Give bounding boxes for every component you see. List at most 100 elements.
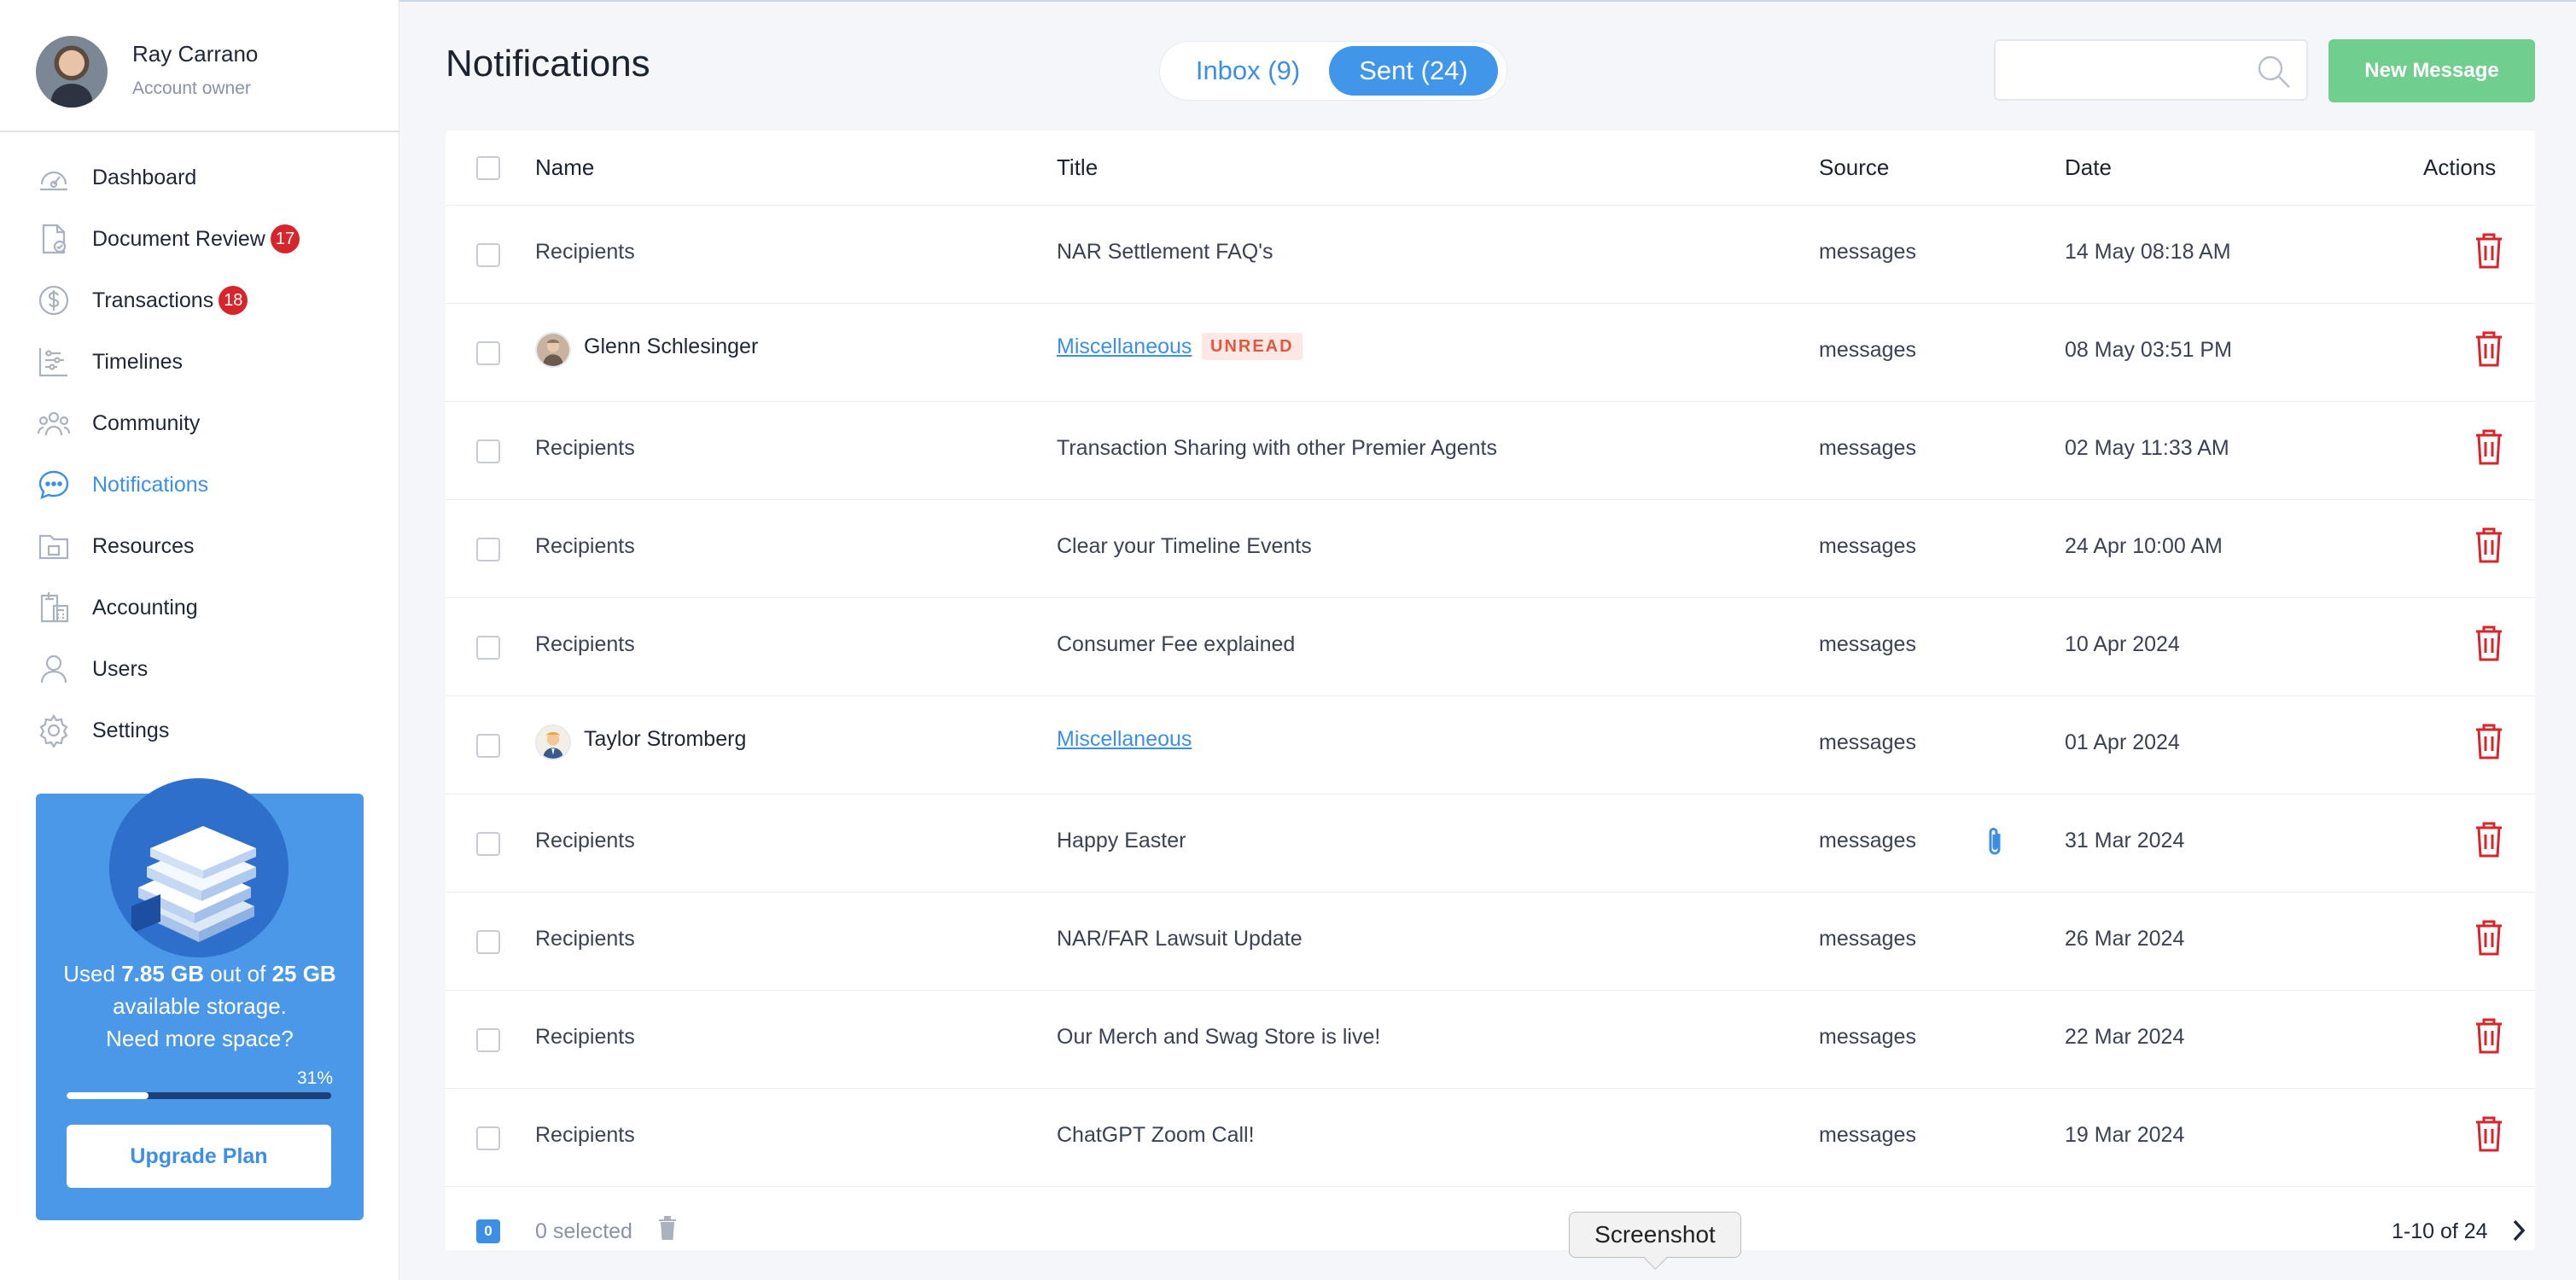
search-icon[interactable] [2255,53,2293,90]
folder-icon [36,528,72,564]
avatar[interactable] [36,36,108,108]
documents-stack-icon [109,778,288,957]
storage-card: Used 7.85 GB out of 25 GB available stor… [36,778,364,1220]
select-all-checkbox[interactable] [476,156,500,180]
table-row[interactable]: Glenn Schlesinger Miscellaneous UNREAD m… [446,304,2535,402]
sidebar-item-label: Resources [92,533,195,558]
upgrade-plan-button[interactable]: Upgrade Plan [67,1125,331,1188]
trash-icon[interactable] [2474,918,2504,957]
sidebar-item-resources[interactable]: Resources [0,515,399,577]
table-row[interactable]: Recipients Happy Easter messages 31 Mar … [446,794,2535,893]
trash-icon[interactable] [2474,820,2504,859]
page-title: Notifications [446,43,650,84]
storage-progress-bar [67,1092,331,1099]
trash-icon[interactable] [2474,526,2504,565]
row-title[interactable]: Clear your Timeline Events [1057,534,1312,559]
avatar [535,332,571,368]
trash-icon[interactable] [2474,231,2504,271]
search-input[interactable] [2008,51,2255,89]
table-row[interactable]: Recipients Our Merch and Swag Store is l… [446,991,2535,1089]
selection-count-checkbox[interactable]: 0 [476,1219,500,1243]
row-title[interactable]: ChatGPT Zoom Call! [1057,1123,1255,1148]
row-checkbox[interactable] [476,636,500,660]
sidebar-item-document-review[interactable]: Document Review 17 [0,208,399,270]
row-date: 24 Apr 10:00 AM [2065,534,2223,558]
count-badge: 17 [270,224,300,253]
timeline-icon [36,344,72,380]
row-name: Recipients [535,927,635,951]
sidebar-item-label: Document Review [92,226,265,251]
row-name: Recipients [535,240,635,264]
row-title-link[interactable]: Miscellaneous [1057,335,1192,359]
sidebar-item-community[interactable]: Community [0,393,399,454]
avatar [535,724,571,760]
column-date[interactable]: Date [2065,154,2112,181]
trash-icon[interactable] [2474,329,2504,369]
storage-progress-fill [67,1092,149,1099]
sidebar-item-notifications[interactable]: Notifications [0,454,399,515]
row-checkbox[interactable] [476,538,500,561]
profile-card[interactable]: Ray Carrano Account owner [0,0,399,132]
row-source: messages [1819,927,1916,951]
sidebar-item-accounting[interactable]: Accounting [0,577,399,638]
trash-icon[interactable] [2474,428,2504,467]
row-title[interactable]: Transaction Sharing with other Premier A… [1057,436,1497,461]
column-title[interactable]: Title [1057,154,1098,181]
row-checkbox[interactable] [476,243,500,267]
row-title-link[interactable]: Miscellaneous [1057,727,1192,752]
trash-icon[interactable] [2474,624,2504,663]
trash-icon[interactable] [2474,1016,2504,1056]
table-row[interactable]: Recipients Clear your Timeline Events me… [446,500,2535,598]
tab-inbox[interactable]: Inbox (9) [1167,46,1329,96]
screenshot-tooltip: Screenshot [1569,1212,1741,1258]
table-row[interactable]: Recipients ChatGPT Zoom Call! messages 1… [446,1089,2535,1187]
trash-icon[interactable] [2474,722,2504,761]
chat-bubble-icon [36,467,72,503]
new-message-button[interactable]: New Message [2328,39,2535,102]
bulk-delete-icon[interactable] [657,1214,678,1242]
dollar-icon [36,282,72,318]
community-icon [36,405,72,441]
column-name[interactable]: Name [535,154,594,181]
table-row[interactable]: Taylor Stromberg Miscellaneous messages … [446,696,2535,794]
row-checkbox[interactable] [476,930,500,954]
row-checkbox[interactable] [476,439,500,463]
sidebar-item-transactions[interactable]: Transactions 18 [0,270,399,331]
row-name: Recipients [535,1025,635,1049]
table-row[interactable]: Recipients Transaction Sharing with othe… [446,402,2535,500]
row-checkbox[interactable] [476,832,500,856]
chevron-right-icon[interactable] [2508,1216,2530,1245]
profile-name: Ray Carrano [132,41,259,67]
row-title[interactable]: Consumer Fee explained [1057,632,1295,657]
sidebar-item-timelines[interactable]: Timelines [0,331,399,393]
sidebar-item-label: Users [92,656,149,681]
sidebar-item-users[interactable]: Users [0,638,399,700]
sidebar: Ray Carrano Account owner Dashboard Docu… [0,0,399,1280]
row-date: 14 May 08:18 AM [2065,240,2231,264]
trash-icon[interactable] [2474,1114,2504,1154]
row-checkbox[interactable] [476,1028,500,1052]
row-title[interactable]: Our Merch and Swag Store is live! [1057,1025,1380,1050]
paperclip-icon[interactable] [1982,825,2008,859]
notifications-table: Name Title Source Date Actions Recipient… [446,131,2535,1250]
row-checkbox[interactable] [476,734,500,758]
column-source[interactable]: Source [1819,154,1889,181]
row-source: messages [1819,534,1916,558]
sidebar-item-settings[interactable]: Settings [0,700,399,761]
row-title[interactable]: NAR/FAR Lawsuit Update [1057,927,1303,951]
row-checkbox[interactable] [476,341,500,365]
storage-usage-text: Used 7.85 GB out of 25 GB available stor… [60,957,340,1055]
row-title[interactable]: Happy Easter [1057,829,1186,853]
row-checkbox[interactable] [476,1126,500,1150]
row-source: messages [1819,632,1916,656]
sidebar-nav: Dashboard Document Review 17 Transaction… [0,147,399,761]
table-row[interactable]: Recipients Consumer Fee explained messag… [446,598,2535,696]
row-title[interactable]: NAR Settlement FAQ's [1057,240,1273,265]
column-actions: Actions [2423,154,2497,180]
sidebar-item-dashboard[interactable]: Dashboard [0,147,399,208]
table-row[interactable]: Recipients NAR Settlement FAQ's messages… [446,206,2535,304]
search-box [1994,39,2308,101]
table-row[interactable]: Recipients NAR/FAR Lawsuit Update messag… [446,893,2535,991]
tab-sent[interactable]: Sent (24) [1329,46,1498,96]
count-badge: 18 [219,286,248,315]
